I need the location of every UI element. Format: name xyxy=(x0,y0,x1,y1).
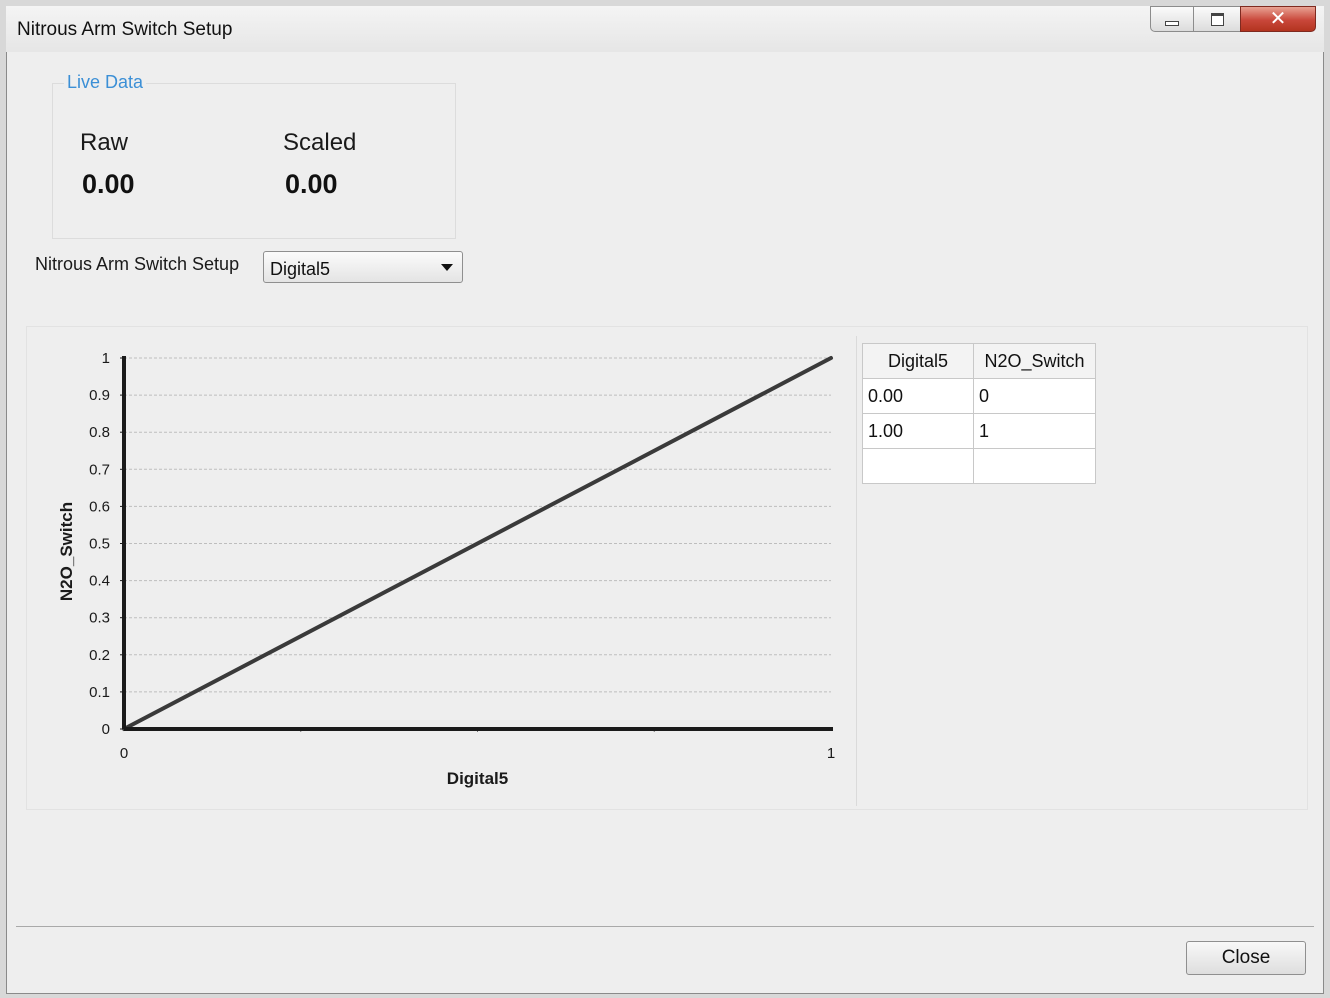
table-cell-output[interactable]: 1 xyxy=(973,413,1096,449)
x-tick-label: 1 xyxy=(827,745,835,762)
table-row xyxy=(862,448,1096,484)
scaled-label: Scaled xyxy=(283,129,357,156)
raw-label: Raw xyxy=(80,129,129,156)
x-axis-label: Digital5 xyxy=(447,769,508,788)
table-header-row: Digital5 N2O_Switch xyxy=(862,343,1096,379)
y-tick-label: 0.9 xyxy=(89,387,110,404)
footer-separator xyxy=(16,926,1314,927)
chevron-down-icon xyxy=(441,264,453,271)
table-cell-input[interactable] xyxy=(862,448,974,484)
column-header-digital5[interactable]: Digital5 xyxy=(862,343,974,379)
y-tick-label: 0.2 xyxy=(89,647,110,664)
window-close-button[interactable]: ✕ xyxy=(1240,6,1316,32)
raw-value: 0.00 xyxy=(82,169,135,199)
minimize-button[interactable] xyxy=(1150,6,1194,32)
live-data-group xyxy=(52,83,456,239)
y-tick-label: 0.4 xyxy=(89,573,110,590)
close-button[interactable]: Close xyxy=(1186,941,1306,975)
live-data-legend: Live Data xyxy=(64,72,147,93)
setup-label: Nitrous Arm Switch Setup xyxy=(35,254,240,274)
window-title: Nitrous Arm Switch Setup xyxy=(17,19,233,40)
y-tick-label: 0.6 xyxy=(89,498,110,515)
y-tick-label: 0.5 xyxy=(89,536,110,553)
table-cell-output[interactable]: 0 xyxy=(973,378,1096,414)
dropdown-selected-value: Digital5 xyxy=(270,259,331,279)
x-tick-label: 0 xyxy=(120,745,128,762)
close-icon: ✕ xyxy=(1269,8,1287,30)
input-source-dropdown[interactable]: Digital5 xyxy=(263,251,463,283)
table-cell-input[interactable]: 0.00 xyxy=(862,378,974,414)
table-cell-output[interactable] xyxy=(973,448,1096,484)
y-tick-label: 0.8 xyxy=(89,424,110,441)
y-axis-label: N2O_Switch xyxy=(57,502,76,601)
maximize-icon xyxy=(1210,12,1224,26)
y-tick-label: 0 xyxy=(102,721,110,738)
panel-divider xyxy=(856,336,857,806)
table-cell-input[interactable]: 1.00 xyxy=(862,413,974,449)
y-tick-label: 1 xyxy=(102,350,110,367)
scaling-chart: 0 0.1 0.2 0.3 0.4 0.5 0.6 0.7 0.8 0.9 1 0 1 Digital… xyxy=(57,350,835,788)
maximize-button[interactable] xyxy=(1193,6,1241,32)
y-tick-label: 0.3 xyxy=(89,610,110,627)
minimize-icon xyxy=(1165,20,1179,26)
table-row: 0.00 0 xyxy=(862,378,1096,414)
table-row: 1.00 1 xyxy=(862,413,1096,449)
scaling-table: Digital5 N2O_Switch 0.00 0 1.00 1 xyxy=(862,343,1096,484)
scaled-value: 0.00 xyxy=(285,169,338,199)
y-tick-label: 0.1 xyxy=(89,684,110,701)
column-header-n2o-switch[interactable]: N2O_Switch xyxy=(973,343,1096,379)
y-tick-label: 0.7 xyxy=(89,461,110,478)
